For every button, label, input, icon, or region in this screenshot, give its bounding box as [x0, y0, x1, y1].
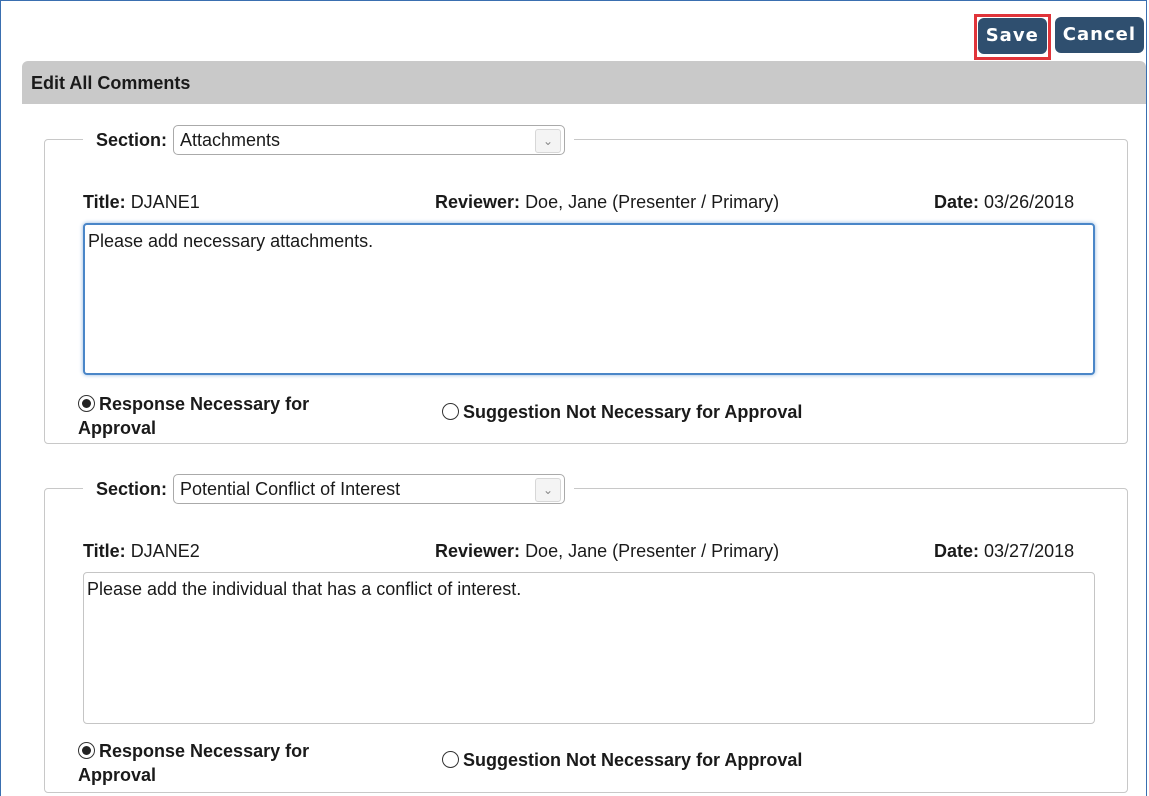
radio-checked-icon[interactable] [78, 395, 95, 412]
radio-checked-icon[interactable] [78, 742, 95, 759]
title-value: DJANE2 [130, 541, 200, 561]
chevron-down-icon: ⌄ [535, 478, 562, 502]
title-value: DJANE1 [130, 192, 200, 212]
section-select-value: Attachments [180, 130, 281, 150]
title-label: Title: [83, 192, 126, 212]
reviewer-value: Doe, Jane (Presenter / Primary) [525, 541, 780, 561]
radio-unchecked-icon[interactable] [442, 751, 459, 768]
title-field: Title: DJANE2 [83, 541, 200, 562]
date-label: Date: [934, 192, 980, 212]
comment-card: Section: Potential Conflict of Interest … [44, 473, 1128, 793]
radio-suggestion[interactable]: Suggestion Not Necessary for Approval [442, 750, 802, 771]
date-field: Date: 03/27/2018 [934, 541, 1074, 562]
section-legend: Section: Potential Conflict of Interest … [83, 473, 575, 505]
reviewer-value: Doe, Jane (Presenter / Primary) [525, 192, 780, 212]
section-select[interactable]: Potential Conflict of Interest ⌄ [173, 474, 566, 504]
save-button[interactable]: Save [977, 18, 1047, 54]
chevron-down-icon: ⌄ [535, 129, 562, 153]
date-value: 03/27/2018 [984, 541, 1075, 561]
cancel-button[interactable]: Cancel [1054, 17, 1144, 53]
comment-textarea[interactable] [83, 572, 1095, 724]
radio-unchecked-icon[interactable] [442, 403, 459, 420]
reviewer-field: Reviewer: Doe, Jane (Presenter / Primary… [435, 192, 779, 213]
section-label: Section: [96, 478, 168, 499]
comment-textarea[interactable] [83, 223, 1095, 375]
date-field: Date: 03/26/2018 [934, 192, 1074, 213]
section-legend: Section: Attachments ⌄ [83, 124, 575, 156]
radio-suggestion[interactable]: Suggestion Not Necessary for Approval [442, 402, 802, 423]
section-select[interactable]: Attachments ⌄ [173, 125, 566, 155]
reviewer-field: Reviewer: Doe, Jane (Presenter / Primary… [435, 541, 779, 562]
save-button-highlight: Save [973, 14, 1051, 60]
section-label: Section: [96, 129, 168, 150]
title-field: Title: DJANE1 [83, 192, 200, 213]
date-label: Date: [934, 541, 980, 561]
panel-header: Edit All Comments [22, 61, 1146, 104]
panel-title: Edit All Comments [31, 73, 191, 93]
reviewer-label: Reviewer: [435, 541, 521, 561]
reviewer-label: Reviewer: [435, 192, 521, 212]
section-select-value: Potential Conflict of Interest [180, 479, 401, 499]
date-value: 03/26/2018 [984, 192, 1075, 212]
radio-response-necessary[interactable]: Response Necessary for Approval [78, 392, 309, 440]
title-label: Title: [83, 541, 126, 561]
radio-response-necessary[interactable]: Response Necessary for Approval [78, 739, 309, 787]
toolbar: Save Cancel [973, 14, 1144, 60]
comment-card: Section: Attachments ⌄ Title: DJANE1 Rev… [44, 124, 1128, 444]
